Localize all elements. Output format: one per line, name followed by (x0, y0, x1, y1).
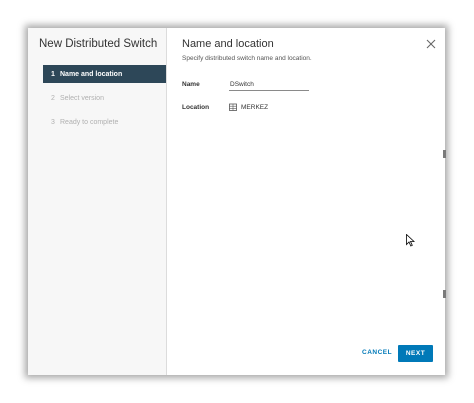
page-subtitle: Specify distributed switch name and loca… (182, 55, 312, 62)
step-number: 3 (51, 118, 55, 126)
step-label: Name and location (60, 70, 123, 78)
background-edge-mark (443, 290, 446, 298)
close-icon[interactable] (426, 39, 436, 49)
cancel-button[interactable]: CANCEL (359, 346, 395, 359)
step-number: 1 (51, 70, 55, 78)
wizard-title: New Distributed Switch (39, 38, 158, 50)
new-distributed-switch-dialog: New Distributed Switch 1 Name and locati… (28, 28, 445, 375)
step-label: Select version (60, 94, 104, 102)
name-label: Name (182, 81, 200, 88)
step-ready-to-complete: 3 Ready to complete (43, 113, 166, 131)
location-label: Location (182, 104, 210, 111)
location-name: MERKEZ (241, 103, 269, 111)
mouse-pointer-icon (406, 234, 415, 247)
step-name-and-location[interactable]: 1 Name and location (43, 65, 166, 83)
datacenter-icon (229, 103, 237, 111)
next-button[interactable]: NEXT (398, 345, 433, 362)
name-input[interactable] (229, 78, 309, 91)
location-value: MERKEZ (229, 103, 268, 111)
wizard-content: Name and location Specify distributed sw… (168, 28, 445, 375)
step-number: 2 (51, 94, 55, 102)
wizard-sidebar: New Distributed Switch 1 Name and locati… (28, 28, 167, 375)
step-select-version: 2 Select version (43, 89, 166, 107)
wizard-steps: 1 Name and location 2 Select version 3 R… (43, 65, 166, 137)
step-label: Ready to complete (60, 118, 119, 126)
background-edge-mark (443, 150, 446, 158)
page-title: Name and location (182, 38, 274, 50)
